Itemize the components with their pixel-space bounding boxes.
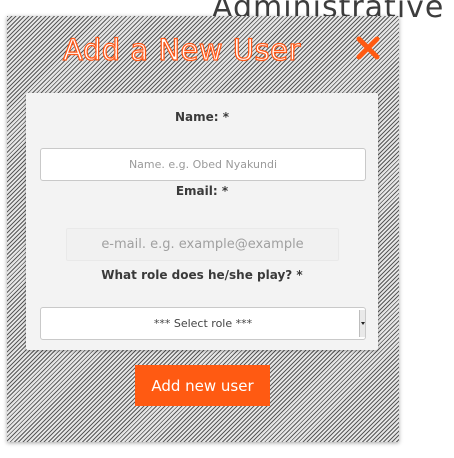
user-form: Name: * Email: * What role does he/she p… [26,93,378,350]
page: Administrative S Add a New User Name: * … [0,0,454,458]
add-new-user-button[interactable]: Add new user [135,365,270,406]
name-input[interactable] [40,148,366,181]
email-input[interactable] [66,228,339,261]
role-select-value: *** Select role *** [153,317,253,330]
add-user-modal: Add a New User Name: * Email: * What rol… [7,16,399,442]
email-label: Email: * [175,184,229,198]
modal-title: Add a New User [62,32,301,67]
role-select[interactable]: *** Select role *** [40,307,366,340]
name-label: Name: * [174,110,230,124]
role-label: What role does he/she play? * [101,268,303,282]
chevron-down-icon [359,310,365,337]
close-icon-glyph [356,36,380,60]
close-icon[interactable] [354,34,382,62]
